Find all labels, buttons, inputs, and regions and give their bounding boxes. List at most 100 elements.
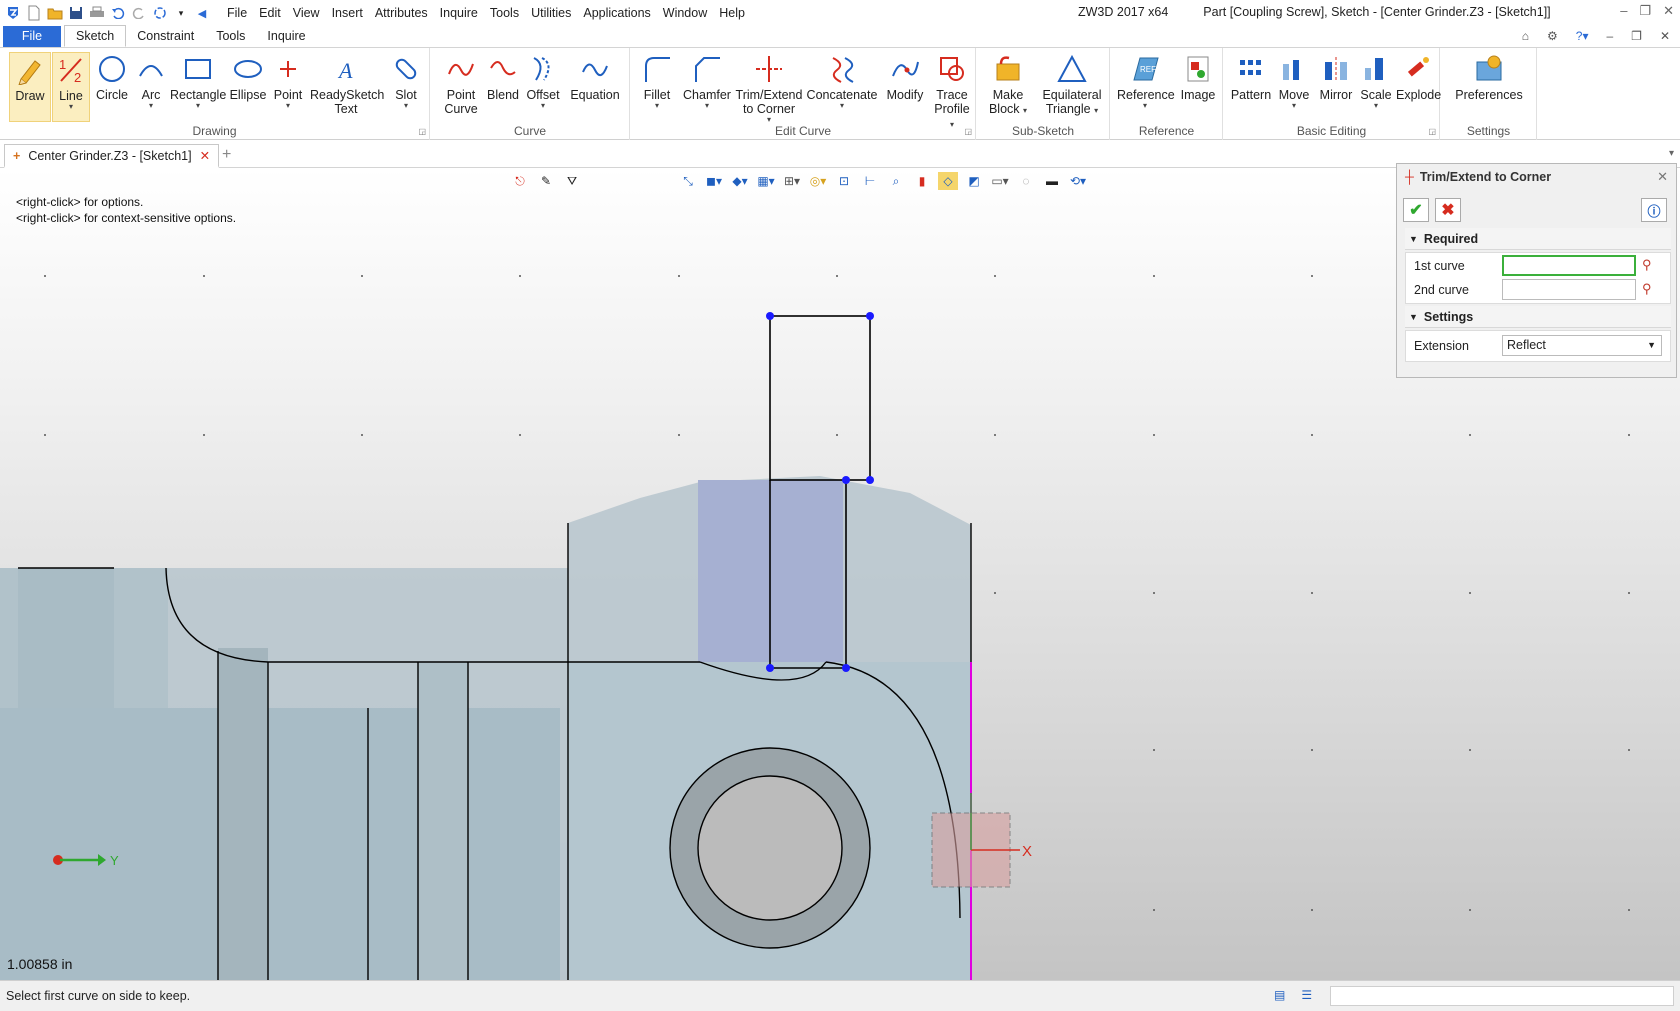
menu-inquire[interactable]: Inquire — [434, 1, 484, 25]
eraser-icon[interactable]: ✎ — [536, 172, 556, 190]
display-icon[interactable]: ▭▾ — [990, 172, 1010, 190]
menu-insert[interactable]: Insert — [326, 1, 369, 25]
mirror-button[interactable]: Mirror — [1316, 52, 1356, 122]
first-curve-field[interactable] — [1502, 255, 1636, 276]
trim-extend-to-corner-button[interactable]: Trim/Extend to Corner ▾ — [735, 52, 803, 124]
save-icon[interactable] — [67, 4, 85, 22]
chamfer-dropdown-icon[interactable]: ▾ — [681, 102, 733, 110]
rectangle-button[interactable]: Rectangle ▾ — [170, 52, 226, 122]
menu-attributes[interactable]: Attributes — [369, 1, 434, 25]
tab-close-icon[interactable]: ✕ — [200, 148, 210, 163]
doc-minimize-icon[interactable]: – — [1606, 29, 1613, 43]
readysketch-text-button[interactable]: A ReadySketch Text — [310, 52, 384, 122]
scale-dropdown-icon[interactable]: ▾ — [1358, 102, 1394, 110]
point-button[interactable]: Point ▾ — [270, 52, 306, 122]
first-curve-pick-icon[interactable]: ⚲ — [1642, 257, 1652, 273]
make-block-button[interactable]: Make Block ▾ — [985, 52, 1031, 122]
add-tab-icon[interactable]: + — [222, 146, 231, 164]
command-input[interactable] — [1330, 986, 1674, 1006]
color-icon[interactable]: ▮ — [912, 172, 932, 190]
arc-dropdown-icon[interactable]: ▾ — [134, 102, 168, 110]
move-button[interactable]: Move ▾ — [1274, 52, 1314, 122]
make-block-dropdown-icon[interactable]: ▾ — [1023, 106, 1027, 115]
second-curve-pick-icon[interactable]: ⚲ — [1642, 281, 1652, 297]
grid-icon[interactable]: ⊞▾ — [782, 172, 802, 190]
line-button[interactable]: 12 Line ▾ — [52, 52, 90, 122]
slot-button[interactable]: Slot ▾ — [388, 52, 424, 122]
explode-button[interactable]: Explode — [1396, 52, 1441, 122]
app-logo-icon[interactable] — [4, 4, 22, 22]
point-dropdown-icon[interactable]: ▾ — [270, 102, 306, 110]
layout-icon[interactable]: ▦▾ — [756, 172, 776, 190]
required-section-header[interactable]: ▼ Required — [1405, 228, 1671, 250]
extension-select[interactable]: Reflect ▼ — [1502, 335, 1662, 356]
edit-curve-launcher-icon[interactable]: ◲ — [964, 127, 972, 136]
concatenate-button[interactable]: Concatenate ▾ — [805, 52, 879, 122]
offset-dropdown-icon[interactable]: ▾ — [525, 102, 561, 110]
fillet-button[interactable]: Fillet ▾ — [635, 52, 679, 122]
restore-icon[interactable]: ❐ — [1639, 3, 1651, 19]
render-mode-icon[interactable]: ◆▾ — [730, 172, 750, 190]
equation-button[interactable]: Equation — [567, 52, 623, 122]
print-icon[interactable] — [88, 4, 106, 22]
point-curve-button[interactable]: Point Curve — [441, 52, 481, 122]
pattern-button[interactable]: Pattern — [1230, 52, 1272, 122]
dialog-info-button[interactable]: ⓘ — [1641, 198, 1667, 222]
view-cube-icon[interactable]: ◼▾ — [704, 172, 724, 190]
menu-view[interactable]: View — [287, 1, 326, 25]
undo-icon[interactable] — [109, 4, 127, 22]
ellipse-button[interactable]: Ellipse — [228, 52, 268, 122]
new-file-icon[interactable] — [25, 4, 43, 22]
settings-gear-icon[interactable]: ⚙ — [1547, 29, 1558, 43]
modify-button[interactable]: Modify — [881, 52, 929, 122]
rotate-view-icon[interactable]: ⟲▾ — [1068, 172, 1088, 190]
tab-inquire[interactable]: Inquire — [256, 26, 316, 47]
trace-profile-button[interactable]: Trace Profile ▾ — [931, 52, 973, 129]
preferences-button[interactable]: Preferences — [1447, 52, 1531, 122]
minimize-icon[interactable]: – — [1620, 3, 1627, 19]
menu-tools[interactable]: Tools — [484, 1, 525, 25]
concatenate-dropdown-icon[interactable]: ▾ — [805, 102, 879, 110]
snap-icon[interactable]: ◎▾ — [808, 172, 828, 190]
zoom-fit-icon[interactable]: ⊡ — [834, 172, 854, 190]
collapse-ribbon-icon[interactable]: ⌂ — [1522, 29, 1529, 43]
basic-editing-launcher-icon[interactable]: ◲ — [1428, 127, 1436, 136]
exit-sketch-icon[interactable]: ⎋ — [510, 172, 530, 190]
doc-close-icon[interactable]: ✕ — [1660, 29, 1670, 43]
redo-icon[interactable] — [130, 4, 148, 22]
settings-section-header[interactable]: ▼ Settings — [1405, 306, 1671, 328]
image-button[interactable]: Image — [1177, 52, 1219, 122]
ok-button[interactable]: ✔ — [1403, 198, 1429, 222]
regen-icon[interactable] — [151, 4, 169, 22]
line-weight-icon[interactable]: ▬ — [1042, 172, 1062, 190]
dialog-close-icon[interactable]: ✕ — [1657, 169, 1668, 185]
menu-applications[interactable]: Applications — [577, 1, 656, 25]
status-panel-icon[interactable]: ▤ — [1274, 988, 1285, 1002]
menu-utilities[interactable]: Utilities — [525, 1, 577, 25]
menu-help[interactable]: Help — [713, 1, 751, 25]
menu-edit[interactable]: Edit — [253, 1, 287, 25]
tab-file[interactable]: File — [3, 26, 61, 47]
customize-dropdown-icon[interactable]: ▾ — [172, 4, 190, 22]
reference-dropdown-icon[interactable]: ▾ — [1117, 102, 1173, 110]
second-curve-field[interactable] — [1502, 279, 1636, 300]
menu-window[interactable]: Window — [657, 1, 713, 25]
help-icon[interactable]: ?▾ — [1576, 29, 1589, 43]
tab-constraint[interactable]: Constraint — [126, 26, 205, 47]
document-tab[interactable]: + Center Grinder.Z3 - [Sketch1] ✕ — [4, 144, 220, 168]
doc-restore-icon[interactable]: ❐ — [1631, 29, 1642, 43]
blend-button[interactable]: Blend — [485, 52, 521, 122]
tab-tools[interactable]: Tools — [205, 26, 256, 47]
status-list-icon[interactable]: ☰ — [1301, 988, 1312, 1002]
back-arrow-icon[interactable]: ◀ — [193, 4, 211, 22]
rectangle-dropdown-icon[interactable]: ▾ — [170, 102, 226, 110]
tab-sketch[interactable]: Sketch — [64, 25, 127, 47]
eq-triangle-dropdown-icon[interactable]: ▾ — [1094, 106, 1098, 115]
close-icon[interactable]: ✕ — [1663, 3, 1674, 19]
offset-button[interactable]: Offset ▾ — [525, 52, 561, 122]
cancel-button[interactable]: ✖ — [1435, 198, 1461, 222]
chamfer-button[interactable]: Chamfer ▾ — [681, 52, 733, 122]
sketch-view-icon[interactable]: ◇ — [938, 172, 958, 190]
pick-tool-icon[interactable]: ⤡ — [678, 172, 698, 190]
trim-dropdown-icon[interactable]: ▾ — [735, 116, 803, 124]
